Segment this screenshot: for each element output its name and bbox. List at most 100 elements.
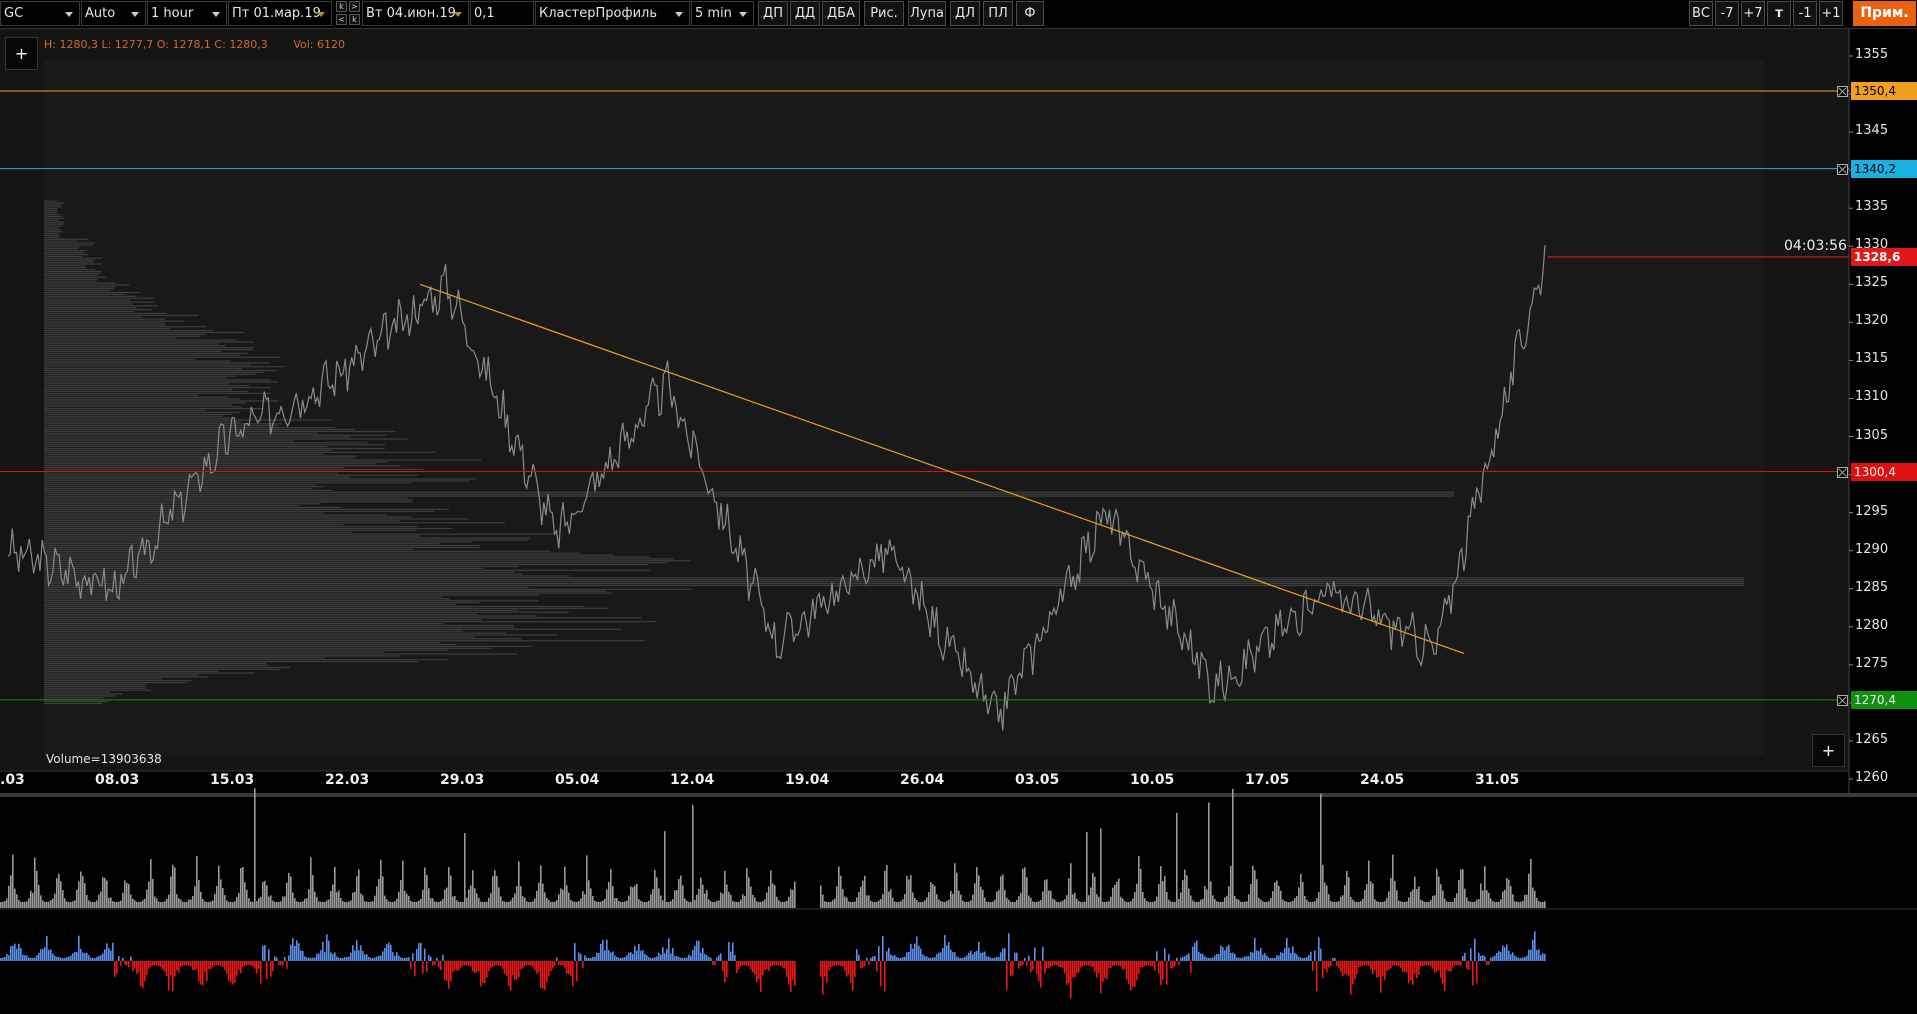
delta-bar-positive (332, 953, 334, 961)
delta-bar-positive (646, 955, 648, 961)
level-price-tag[interactable]: 1340,2 (1851, 159, 1917, 178)
volume-bar (760, 901, 762, 908)
volume-bar (110, 897, 112, 908)
add-indicator-button[interactable]: + (5, 37, 38, 70)
volume-bar (446, 887, 448, 908)
profile-bar (44, 295, 137, 297)
delta-bar-positive (1514, 955, 1516, 961)
profile-bar (44, 379, 271, 381)
volume-bar (1114, 884, 1116, 908)
volume-bar (188, 899, 190, 908)
volume-bar (330, 890, 332, 908)
volume-bar (48, 901, 50, 908)
volume-bar (286, 882, 288, 908)
delta-bar-positive (1318, 937, 1320, 961)
volume-bar (180, 899, 182, 908)
delta-bar-positive (586, 957, 588, 961)
remove-level-icon[interactable] (1837, 86, 1848, 97)
volume-bar (746, 867, 748, 908)
delta-bar-positive (430, 956, 432, 961)
volume-bar (654, 869, 656, 908)
delta-bar-positive (34, 957, 36, 961)
volume-bar (10, 875, 12, 908)
delta-bar-positive (284, 956, 286, 961)
volume-bar (1258, 897, 1260, 908)
delta-bar-positive (42, 948, 44, 961)
delta-bar-positive (40, 949, 42, 961)
delta-bar-negative (1070, 961, 1072, 999)
volume-bar (1414, 876, 1416, 908)
delta-bar-positive (886, 951, 888, 961)
delta-bar-negative (1106, 961, 1108, 980)
delta-bar-positive (866, 957, 868, 961)
volume-bar (146, 889, 148, 908)
volume-bar (684, 898, 686, 908)
remove-level-icon[interactable] (1837, 694, 1848, 706)
volume-bar (112, 901, 114, 908)
delta-bar-negative (1160, 961, 1162, 986)
delta-bar-negative (548, 961, 550, 977)
delta-bar-positive (58, 956, 60, 961)
level-price-tag[interactable]: 1350,4 (1851, 82, 1917, 100)
volume-bar (522, 896, 524, 908)
remove-level-icon[interactable] (1837, 466, 1848, 478)
level-price-tag[interactable]: 1270,4 (1851, 690, 1917, 709)
profile-bar (44, 310, 135, 313)
price-chart[interactable] (0, 0, 1917, 1014)
delta-bar-negative (1062, 961, 1064, 968)
delta-bar-negative (164, 961, 166, 972)
volume-bar (1406, 901, 1408, 908)
volume-bar (1262, 901, 1264, 908)
delta-bar-negative (534, 961, 536, 971)
delta-bar-positive (1294, 952, 1296, 961)
profile-bar (44, 305, 159, 307)
delta-bar-positive (700, 952, 702, 961)
delta-bar-negative (550, 961, 552, 972)
volume-bar (1378, 901, 1380, 908)
delta-bar-negative (860, 961, 862, 969)
volume-bar (1332, 901, 1334, 908)
profile-bar (44, 613, 478, 615)
remove-level-icon[interactable] (1837, 163, 1848, 175)
volume-bar (424, 867, 426, 908)
delta-bar-negative (834, 961, 836, 966)
profile-bar (44, 472, 338, 474)
delta-bar-positive (1180, 957, 1182, 961)
delta-bar-negative (230, 961, 232, 983)
volume-bar (1022, 868, 1024, 908)
delta-bar-positive (670, 953, 672, 961)
volume-bar (544, 892, 546, 908)
profile-bar (44, 476, 350, 478)
price-tick-label: 1275 (1855, 655, 1889, 671)
delta-bar-negative (434, 961, 436, 965)
volume-bar (734, 901, 736, 908)
delta-bar-positive (1464, 952, 1466, 961)
volume-bar (148, 881, 150, 908)
volume-bar (1286, 901, 1288, 908)
volume-bar (138, 902, 140, 908)
volume-bar (580, 898, 582, 908)
volume-bar (92, 902, 94, 908)
add-panel-button[interactable]: + (1812, 734, 1845, 767)
volume-bar (162, 901, 164, 908)
level-price-tag[interactable]: 1300,4 (1851, 462, 1917, 481)
profile-bar (44, 569, 650, 571)
delta-bar-negative (146, 961, 148, 975)
volume-bar (14, 888, 16, 908)
profile-bar (44, 628, 622, 630)
volume-bar (550, 901, 552, 908)
delta-bar-negative (522, 961, 524, 969)
volume-bar (790, 889, 792, 908)
volume-bar (1516, 901, 1518, 908)
price-tick-label: 1315 (1855, 351, 1889, 367)
volume-bar (930, 882, 932, 908)
volume-bar (1366, 883, 1368, 908)
volume-bar (452, 896, 454, 908)
delta-bar-positive (1512, 952, 1514, 961)
profile-bar (44, 369, 277, 372)
delta-bar-negative (1026, 961, 1028, 966)
delta-bar-negative (1410, 961, 1412, 981)
volume-bar (268, 896, 270, 908)
profile-bar (44, 242, 96, 244)
delta-bar-positive (1272, 957, 1274, 961)
